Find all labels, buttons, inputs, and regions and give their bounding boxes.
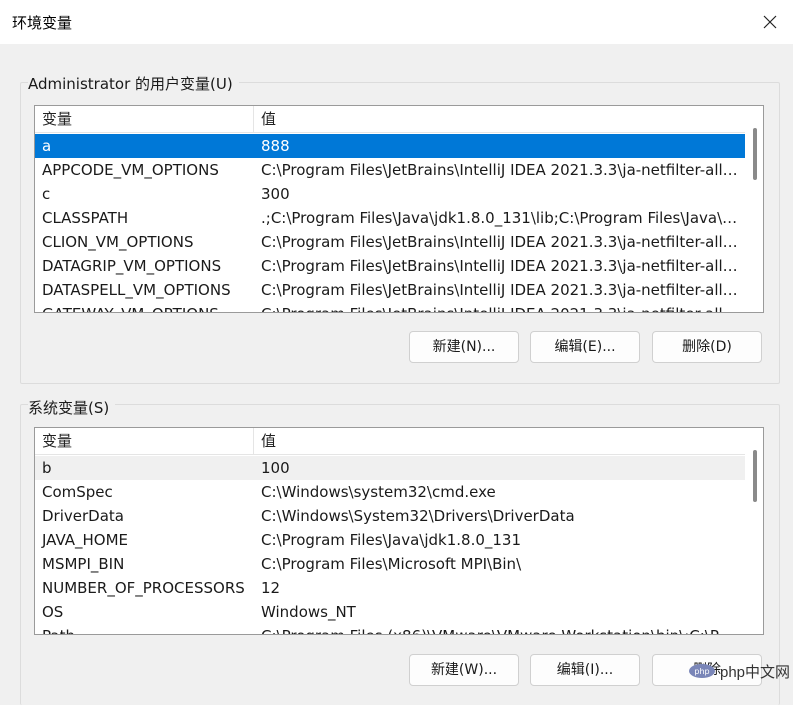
delete-user-var-button[interactable]: 删除(D) xyxy=(652,331,762,363)
delete-system-var-button[interactable]: 删除 xyxy=(652,654,762,686)
scrollbar-thumb[interactable] xyxy=(753,128,757,180)
var-name: MSMPI_BIN xyxy=(42,555,125,573)
table-row[interactable]: DriverData C:\Windows\System32\Drivers\D… xyxy=(35,504,745,528)
var-value: 300 xyxy=(261,185,290,203)
user-vars-list[interactable]: 变量 值 a 888 APPCODE_VM_OPTIONS C:\Program… xyxy=(34,105,764,313)
edit-system-var-button[interactable]: 编辑(I)... xyxy=(530,654,640,686)
system-vars-rows: b 100 ComSpec C:\Windows\system32\cmd.ex… xyxy=(35,456,745,634)
table-row[interactable]: a 888 xyxy=(35,134,745,158)
var-value: .;C:\Program Files\Java\jdk1.8.0_131\lib… xyxy=(261,209,741,227)
var-value: C:\Windows\system32\cmd.exe xyxy=(261,483,496,501)
var-name: APPCODE_VM_OPTIONS xyxy=(42,161,219,179)
column-header-name[interactable]: 变量 xyxy=(35,428,254,455)
var-name: CLION_VM_OPTIONS xyxy=(42,233,194,251)
var-name: NUMBER_OF_PROCESSORS xyxy=(42,579,245,597)
user-vars-label: Administrator 的用户变量(U) xyxy=(28,73,239,94)
close-button[interactable] xyxy=(747,0,793,44)
system-vars-list[interactable]: 变量 值 b 100 ComSpec C:\Windows\system32\c… xyxy=(34,427,764,635)
table-row[interactable]: MSMPI_BIN C:\Program Files\Microsoft MPI… xyxy=(35,552,745,576)
table-row[interactable]: DATASPELL_VM_OPTIONS C:\Program Files\Je… xyxy=(35,278,745,302)
table-row[interactable]: DATAGRIP_VM_OPTIONS C:\Program Files\Jet… xyxy=(35,254,745,278)
var-name: Path xyxy=(35,624,254,634)
var-name: DriverData xyxy=(42,507,124,525)
system-vars-scrollbar[interactable] xyxy=(745,428,763,634)
var-name: ComSpec xyxy=(42,483,113,501)
table-row[interactable]: NUMBER_OF_PROCESSORS 12 xyxy=(35,576,745,600)
table-row[interactable]: CLION_VM_OPTIONS C:\Program Files\JetBra… xyxy=(35,230,745,254)
new-user-var-button[interactable]: 新建(N)... xyxy=(409,331,519,363)
table-row[interactable]: CLASSPATH .;C:\Program Files\Java\jdk1.8… xyxy=(35,206,745,230)
table-row[interactable]: b 100 xyxy=(35,456,745,480)
var-value: C:\Program Files\JetBrains\IntelliJ IDEA… xyxy=(261,257,741,275)
var-value: C:\Program Files\Microsoft MPI\Bin\ xyxy=(261,555,522,573)
var-name: GATEWAY_VM_OPTIONS xyxy=(35,302,254,312)
table-row[interactable]: APPCODE_VM_OPTIONS C:\Program Files\JetB… xyxy=(35,158,745,182)
dialog-title: 环境变量 xyxy=(12,14,73,32)
table-row[interactable]: GATEWAY_VM_OPTIONS C:\Program Files\JetB… xyxy=(35,302,745,312)
var-name: DATASPELL_VM_OPTIONS xyxy=(42,281,231,299)
var-value: C:\Program Files\Java\jdk1.8.0_131 xyxy=(261,531,522,549)
new-system-var-button[interactable]: 新建(W)... xyxy=(409,654,519,686)
user-vars-scrollbar[interactable] xyxy=(745,106,763,312)
var-value: 12 xyxy=(261,579,281,597)
column-header-name[interactable]: 变量 xyxy=(35,106,254,133)
scrollbar-thumb[interactable] xyxy=(753,450,757,502)
var-name: a xyxy=(42,137,52,155)
var-value: C:\Program Files\JetBrains\IntelliJ IDEA… xyxy=(261,233,741,251)
var-value: C:\Program Files (x86)\VMware\VMware Wor… xyxy=(261,624,741,634)
var-name: DATAGRIP_VM_OPTIONS xyxy=(42,257,222,275)
var-value: Windows_NT xyxy=(261,603,356,621)
var-value: C:\Program Files\JetBrains\IntelliJ IDEA… xyxy=(261,302,741,312)
var-value: 100 xyxy=(261,459,290,477)
close-icon xyxy=(763,15,777,29)
var-name: CLASSPATH xyxy=(42,209,129,227)
var-name: b xyxy=(42,459,52,477)
var-value: C:\Program Files\JetBrains\IntelliJ IDEA… xyxy=(261,281,741,299)
table-row[interactable]: JAVA_HOME C:\Program Files\Java\jdk1.8.0… xyxy=(35,528,745,552)
var-value: 888 xyxy=(261,137,290,155)
table-row[interactable]: ComSpec C:\Windows\system32\cmd.exe xyxy=(35,480,745,504)
user-vars-header: 变量 值 xyxy=(35,106,745,133)
var-name: c xyxy=(42,185,51,203)
title-bar: 环境变量 xyxy=(0,0,793,44)
table-row[interactable]: Path C:\Program Files (x86)\VMware\VMwar… xyxy=(35,624,745,634)
var-name: JAVA_HOME xyxy=(42,531,129,549)
var-value: C:\Windows\System32\Drivers\DriverData xyxy=(261,507,575,525)
column-header-value[interactable]: 值 xyxy=(254,106,745,133)
edit-user-var-button[interactable]: 编辑(E)... xyxy=(530,331,640,363)
table-row[interactable]: c 300 xyxy=(35,182,745,206)
column-header-value[interactable]: 值 xyxy=(254,428,745,455)
system-vars-label: 系统变量(S) xyxy=(28,397,116,418)
env-vars-dialog: 环境变量 Administrator 的用户变量(U) 变量 值 a 888 A… xyxy=(0,0,793,705)
table-row[interactable]: OS Windows_NT xyxy=(35,600,745,624)
system-vars-header: 变量 值 xyxy=(35,428,745,455)
var-value: C:\Program Files\JetBrains\IntelliJ IDEA… xyxy=(261,161,741,179)
user-vars-rows: a 888 APPCODE_VM_OPTIONS C:\Program File… xyxy=(35,134,745,312)
var-name: OS xyxy=(42,603,64,621)
